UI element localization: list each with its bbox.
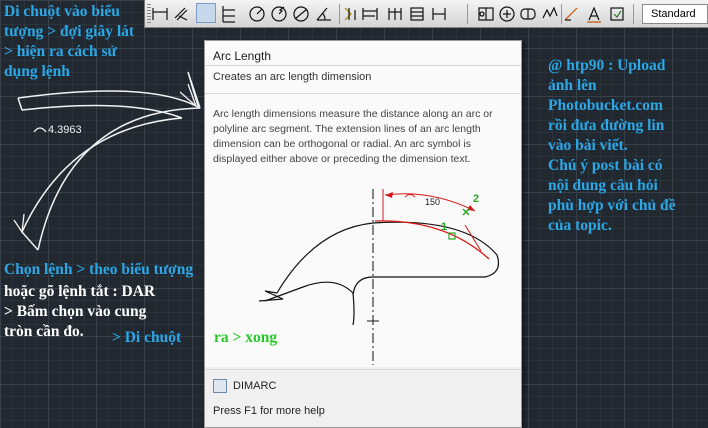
center-mark-icon [499, 6, 515, 22]
arc-inner [21, 104, 183, 119]
jogged-linear-icon [542, 6, 558, 19]
annotation-line: > hiện ra cách sử [4, 43, 117, 60]
dimension-text-edit-icon [587, 6, 601, 23]
annotation-line: dụng lệnh [4, 63, 70, 80]
annotation-right: @ htp90 : Upload ảnh lên Photobucket.com… [548, 56, 675, 236]
tooltip-command: DIMARC [213, 379, 276, 393]
annotation-line: hoặc gõ lệnh tắt : DAR [4, 283, 156, 300]
illustration-dim-value: 150 [425, 197, 441, 207]
toolbar-separator [467, 4, 468, 24]
angular-dimension-icon [316, 7, 331, 21]
tooltip-title: Arc Length [213, 49, 272, 63]
annotation-line: rồi đưa đường lin [548, 117, 665, 134]
toolbar-separator [561, 4, 562, 24]
continue-dimension-icon [388, 8, 402, 20]
illustration-arc-symbol-icon [404, 194, 416, 198]
tooltip-help-hint: Press F1 for more help [213, 405, 325, 417]
annotation-line: nội dung câu hỏi [548, 177, 658, 194]
annotation-line: Chú ý post bài có [548, 157, 663, 174]
annotation-line: ảnh lên [548, 77, 597, 94]
tooltip-footer [205, 367, 521, 427]
drawing-dimension-text: 4.3963 [48, 124, 82, 136]
toolbar-separator [633, 4, 634, 24]
tooltip-divider [205, 369, 521, 370]
annotation-done: ra > xong [214, 329, 278, 346]
linear-dimension-icon [152, 8, 168, 20]
baseline-dimension-icon [362, 8, 378, 20]
illustration-marker-2: 2 [473, 193, 480, 205]
dimension-arc-inner [21, 117, 183, 233]
dimension-toolbar [144, 0, 708, 28]
annotation-line: Di chuột vào biểu [4, 3, 120, 20]
quick-dimension-icon [344, 7, 356, 21]
diameter-dimension-icon [293, 6, 309, 22]
annotation-choose-command: Chọn lệnh > theo biểu tượng [4, 261, 194, 278]
arc-length-tooltip: Arc Length Creates an arc length dimensi… [204, 40, 522, 428]
annotation-top-left: Di chuột vào biểu tượng > đợi giây lát >… [4, 2, 134, 82]
toolbar-separator [339, 4, 340, 24]
annotation-move-mouse: > Di chuột [112, 329, 182, 346]
tolerance-icon [478, 7, 494, 21]
dimension-space-icon [410, 7, 424, 21]
annotation-line: @ htp90 : Upload [548, 57, 666, 74]
arc-length-button[interactable] [196, 3, 216, 23]
annotation-line: tượng > đợi giây lát [4, 23, 135, 40]
annotation-line: phù hợp với chủ đề [548, 197, 676, 214]
aligned-dimension-icon [174, 7, 188, 21]
annotation-line: Photobucket.com [548, 97, 663, 114]
annotation-line: > Bấm chọn vào cung [4, 303, 147, 320]
tooltip-divider [205, 65, 521, 66]
tooltip-command-name: DIMARC [233, 380, 277, 392]
arc-symbol-icon [33, 127, 47, 133]
tooltip-description: Arc length dimensions measure the distan… [213, 108, 493, 165]
toolbar-icon-strip [152, 6, 624, 23]
pick-cross-marker [462, 208, 470, 216]
dimension-break-icon [432, 8, 446, 20]
annotation-line: vào bài viết. [548, 137, 628, 154]
dimension-edit-icon [564, 7, 578, 21]
dimension-update-icon [610, 7, 624, 21]
tooltip-subtitle: Creates an arc length dimension [213, 71, 372, 83]
dimension-style-combo[interactable]: Standard [642, 4, 708, 24]
illustration-marker-1: 1 [441, 221, 448, 233]
dimarc-command-icon [213, 379, 227, 393]
annotation-line: của topic. [548, 217, 612, 234]
tooltip-divider [205, 93, 521, 94]
jogged-dimension-icon [271, 6, 287, 22]
radius-dimension-icon [249, 6, 265, 22]
ordinate-dimension-icon [222, 6, 235, 23]
dimension-arrowhead-2 [13, 213, 25, 234]
inspection-icon [520, 8, 536, 20]
